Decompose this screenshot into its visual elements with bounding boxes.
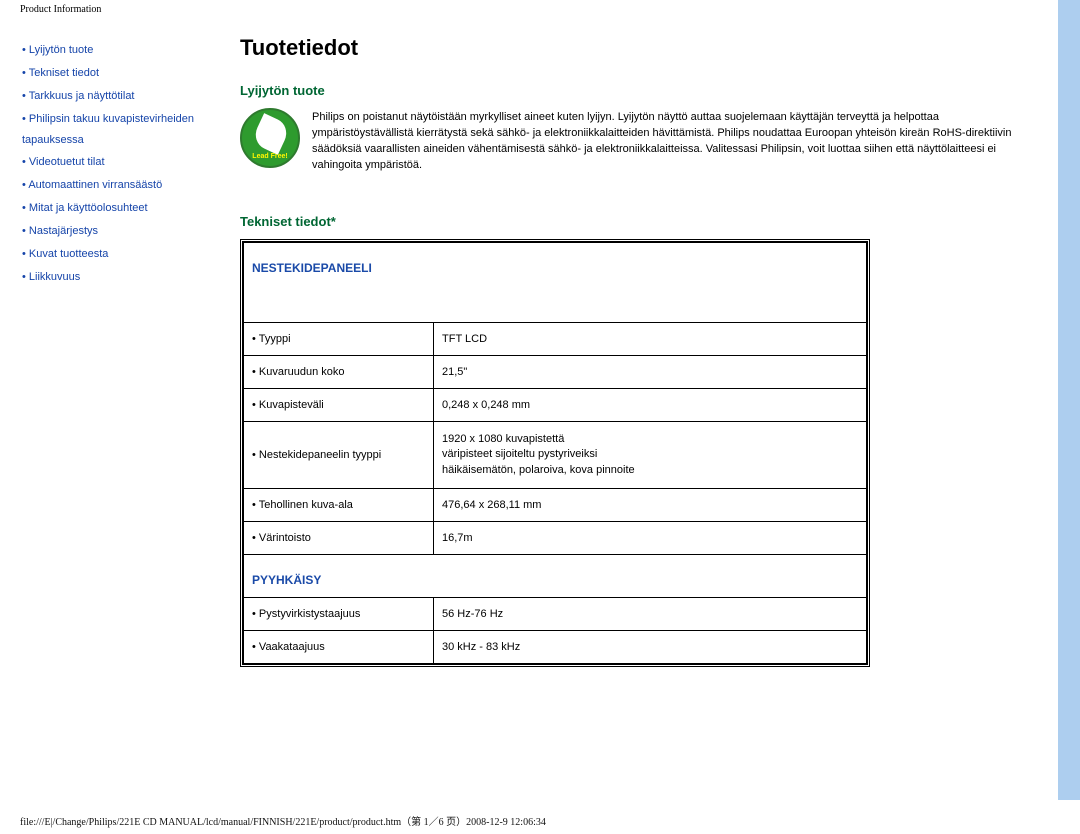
- nav-liikkuvuus[interactable]: Liikkuvuus: [22, 267, 212, 288]
- footer-path: file:///E|/Change/Philips/221E CD MANUAL…: [20, 813, 546, 828]
- right-accent-bar: [1058, 0, 1080, 800]
- spec-table-container: NESTEKIDEPANEELI Tyyppi TFT LCD Kuvaruud…: [240, 239, 870, 667]
- spec-value: 476,64 x 268,11 mm: [434, 488, 867, 521]
- spec-label: Tehollinen kuva-ala: [244, 488, 434, 521]
- nav-kuvat[interactable]: Kuvat tuotteesta: [22, 244, 212, 265]
- spec-label: Nestekidepaneelin tyyppi: [244, 421, 434, 488]
- nav-mitat[interactable]: Mitat ja käyttöolosuhteet: [22, 198, 212, 219]
- section-lead-free-header: Lyijytön tuote: [240, 83, 1040, 98]
- spec-label: Kuvaruudun koko: [244, 355, 434, 388]
- main-content: Tuotetiedot Lyijytön tuote Philips on po…: [240, 35, 1040, 667]
- nav-lyijyton[interactable]: Lyijytön tuote: [22, 40, 212, 61]
- spec-table: NESTEKIDEPANEELI Tyyppi TFT LCD Kuvaruud…: [243, 242, 867, 664]
- spec-label: Värintoisto: [244, 521, 434, 554]
- spec-label: Vaakataajuus: [244, 630, 434, 663]
- section-specs-header: Tekniset tiedot*: [240, 214, 1040, 229]
- spec-value: 0,248 x 0,248 mm: [434, 388, 867, 421]
- spec-value: 30 kHz - 83 kHz: [434, 630, 867, 663]
- header-breadcrumb: Product Information: [20, 4, 101, 15]
- spec-value: 56 Hz-76 Hz: [434, 597, 867, 630]
- spec-value: 16,7m: [434, 521, 867, 554]
- page-title: Tuotetiedot: [240, 35, 1040, 61]
- nav-videotuetut[interactable]: Videotuetut tilat: [22, 152, 212, 173]
- lead-free-block: Philips on poistanut näytöistään myrkyll…: [240, 108, 1040, 174]
- nav-tarkkuus[interactable]: Tarkkuus ja näyttötilat: [22, 86, 212, 107]
- spec-value: 21,5": [434, 355, 867, 388]
- lead-free-icon: [240, 108, 300, 168]
- spec-value: 1920 x 1080 kuvapistettäväripisteet sijo…: [434, 421, 867, 488]
- sidebar-nav: Lyijytön tuote Tekniset tiedot Tarkkuus …: [22, 40, 212, 290]
- nav-virransaasto[interactable]: Automaattinen virransäästö: [22, 175, 212, 196]
- spec-group-scan: PYYHKÄISY: [244, 554, 867, 597]
- spec-value: TFT LCD: [434, 322, 867, 355]
- spec-label: Kuvapisteväli: [244, 388, 434, 421]
- spec-label: Pystyvirkistystaajuus: [244, 597, 434, 630]
- lead-free-text: Philips on poistanut näytöistään myrkyll…: [312, 108, 1040, 174]
- nav-tekniset[interactable]: Tekniset tiedot: [22, 63, 212, 84]
- nav-nastajarjestys[interactable]: Nastajärjestys: [22, 221, 212, 242]
- nav-takuu[interactable]: Philipsin takuu kuvapistevirheiden tapau…: [22, 109, 212, 151]
- spec-label: Tyyppi: [244, 322, 434, 355]
- spec-group-lcd: NESTEKIDEPANEELI: [244, 242, 867, 322]
